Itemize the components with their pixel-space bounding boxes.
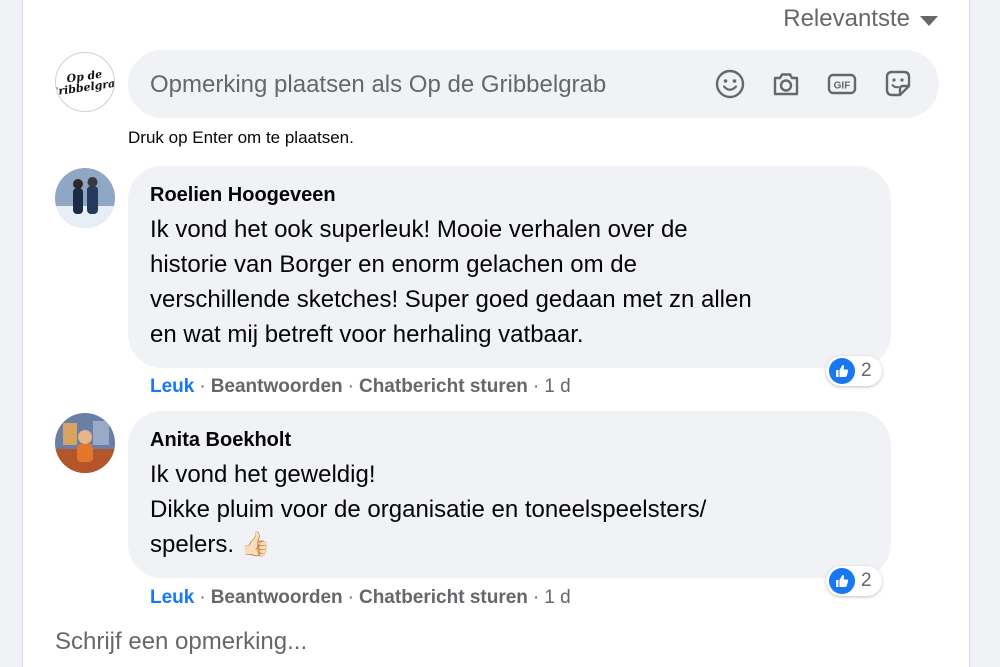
separator-dot: · (199, 376, 206, 397)
comment-bubble: Anita Boekholt Ik vond het geweldig! Dik… (128, 411, 891, 578)
sticker-icon[interactable] (881, 67, 915, 101)
comment-line: en wat mij betreft voor herhaling vatbaa… (150, 321, 584, 348)
emoji-icon[interactable] (713, 67, 747, 101)
reaction-summary[interactable]: 2 (826, 566, 882, 596)
panel-border-right (969, 0, 970, 667)
comment-line: historie van Borger en enorm gelachen om… (150, 251, 637, 278)
comment-author[interactable]: Anita Boekholt (150, 429, 291, 452)
comment-text: Ik vond het ook superleuk! Mooie verhale… (150, 212, 870, 352)
separator-dot: · (532, 376, 540, 397)
like-reaction-icon (829, 358, 855, 384)
page-background-right (970, 0, 1000, 667)
comment-timestamp[interactable]: 1 d (544, 587, 570, 609)
send-message-link[interactable]: Chatbericht sturen (359, 587, 528, 609)
reaction-summary[interactable]: 2 (826, 356, 882, 386)
panel-border-left (22, 0, 23, 667)
page-background-left (0, 0, 22, 667)
gif-icon[interactable]: GIF (825, 67, 859, 101)
separator-dot: · (199, 587, 206, 608)
comment-actions: Leuk · Beantwoorden · Chatbericht sturen… (150, 376, 571, 398)
like-link[interactable]: Leuk (150, 587, 194, 609)
comment-author[interactable]: Roelien Hoogeveen (150, 184, 336, 207)
svg-text:GIF: GIF (834, 81, 851, 92)
comment-line: Ik vond het ook superleuk! Mooie verhale… (150, 216, 688, 243)
avatar[interactable] (55, 413, 115, 473)
comment-timestamp[interactable]: 1 d (544, 376, 570, 398)
separator-dot: · (347, 376, 354, 397)
enter-hint: Druk op Enter om te plaatsen. (128, 128, 354, 147)
comment-actions: Leuk · Beantwoorden · Chatbericht sturen… (150, 587, 571, 609)
avatar-photo (55, 168, 115, 228)
avatar-photo (55, 413, 115, 473)
sort-dropdown[interactable]: Relevantste (783, 5, 938, 33)
caret-down-icon (920, 16, 938, 26)
reaction-count: 2 (861, 360, 872, 381)
comment-line: spelers. 👍🏻 (150, 531, 271, 558)
separator-dot: · (347, 587, 354, 608)
comment-bubble: Roelien Hoogeveen Ik vond het ook superl… (128, 166, 891, 368)
like-link[interactable]: Leuk (150, 376, 194, 398)
reply-link[interactable]: Beantwoorden (211, 587, 343, 609)
separator-dot: · (532, 587, 540, 608)
sort-label: Relevantste (783, 5, 910, 32)
comment-line: Dikke pluim voor de organisatie en tonee… (150, 496, 707, 523)
page-avatar-logo: Op de Gribbelgrab (55, 67, 115, 100)
reply-link[interactable]: Beantwoorden (211, 376, 343, 398)
page-avatar[interactable]: Op de Gribbelgrab (55, 52, 115, 112)
comment-text: Ik vond het geweldig! Dikke pluim voor d… (150, 457, 870, 562)
avatar[interactable] (55, 168, 115, 228)
comment-line: verschillende sketches! Super goed gedaa… (150, 286, 752, 313)
reaction-count: 2 (861, 570, 872, 591)
composer-icons: GIF (713, 67, 915, 101)
comment-input[interactable] (148, 64, 712, 106)
camera-icon[interactable] (769, 67, 803, 101)
send-message-link[interactable]: Chatbericht sturen (359, 376, 528, 398)
like-reaction-icon (829, 568, 855, 594)
comment-composer[interactable]: GIF (128, 50, 939, 118)
write-comment-link[interactable]: Schrijf een opmerking... (55, 628, 307, 656)
comment-line: Ik vond het geweldig! (150, 461, 376, 488)
